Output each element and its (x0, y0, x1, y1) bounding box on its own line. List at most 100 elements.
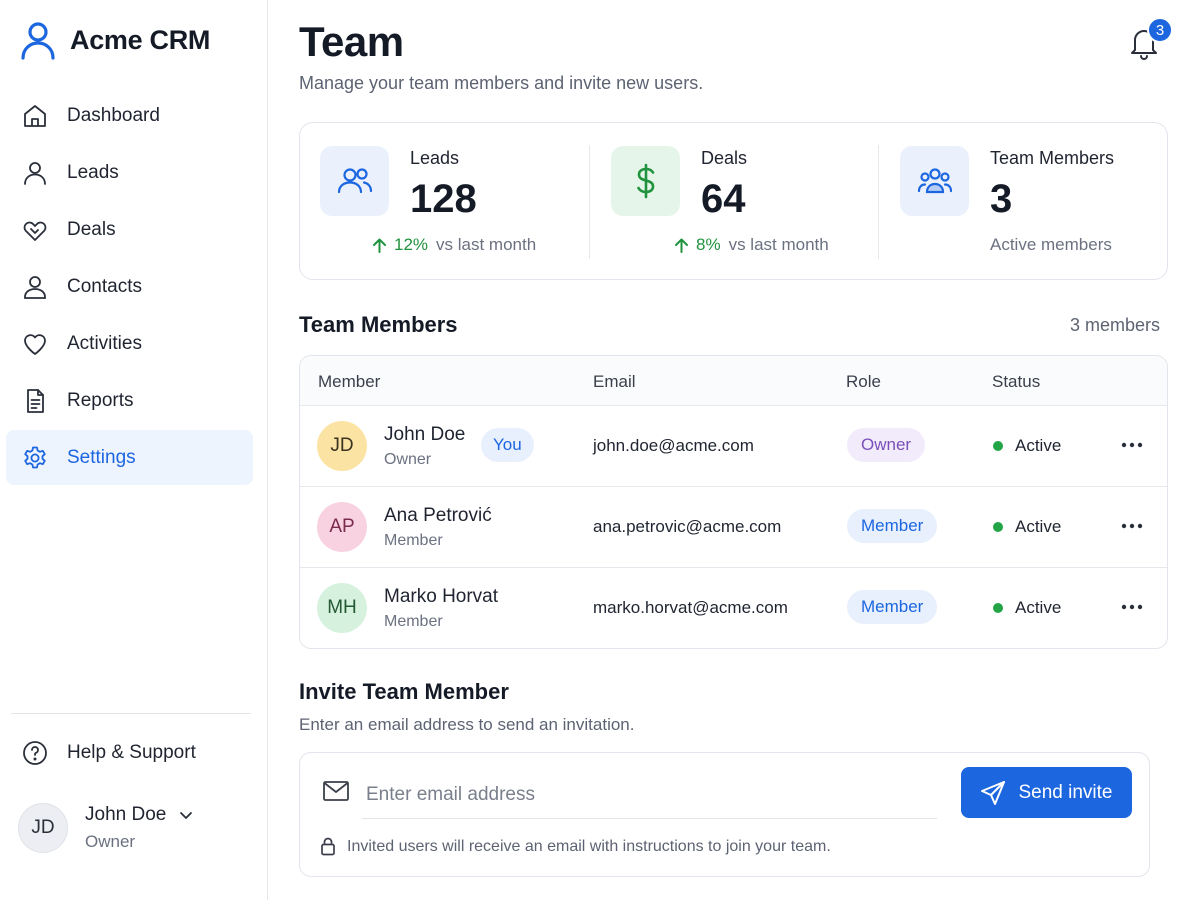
status-text: Active (1015, 517, 1062, 536)
invite-note: Invited users will receive an email with… (347, 838, 831, 855)
stat-icon-box (611, 146, 680, 216)
stat-change-percent: 8% (674, 235, 721, 255)
status-dot (993, 441, 1003, 451)
more-horizontal-icon (1121, 523, 1143, 529)
stat-label: Leads (410, 148, 460, 168)
stat-change: 12% vs last month (372, 235, 536, 255)
sidebar-item-label: Settings (67, 446, 136, 468)
member-subrole: Member (384, 613, 443, 630)
status-dot (993, 603, 1003, 613)
sidebar-item-settings[interactable]: Settings (6, 430, 253, 485)
sidebar-item-label: Dashboard (67, 104, 160, 126)
table-row[interactable]: AP Ana Petrović Member ana.petrovic@acme… (300, 487, 1167, 568)
avatar: JD (18, 803, 68, 853)
arrow-up-icon (373, 238, 386, 253)
page-title: Team (299, 18, 404, 65)
avatar: AP (317, 502, 367, 552)
users-icon (337, 168, 372, 194)
handshake-icon (23, 221, 47, 241)
stat-value: 64 (701, 177, 746, 221)
user-role: Owner (85, 832, 136, 851)
you-badge: You (481, 428, 534, 462)
document-icon (27, 388, 44, 413)
notifications-button[interactable]: 3 (1128, 17, 1173, 60)
member-subrole: Member (384, 532, 443, 549)
stat-team-members: Team Members 3 Active members (878, 123, 1167, 279)
stat-icon-box (900, 146, 969, 216)
avatar: JD (317, 421, 367, 471)
app-name: Acme CRM (70, 24, 211, 55)
member-name: Marko Horvat (384, 586, 499, 607)
table-row[interactable]: MH Marko Horvat Member marko.horvat@acme… (300, 568, 1167, 648)
invite-section-title: Invite Team Member (299, 679, 509, 704)
send-invite-button[interactable]: Send invite (961, 767, 1132, 818)
lock-icon (321, 837, 335, 856)
table-row[interactable]: JD John Doe You Owner john.doe@acme.com … (300, 406, 1167, 487)
status-dot (993, 522, 1003, 532)
invite-subtitle: Enter an email address to send an invita… (299, 715, 635, 734)
heart-icon (24, 333, 46, 355)
role-badge: Member (847, 590, 938, 624)
sidebar-nav: Dashboard Leads Deals Contacts Activitie… (6, 88, 253, 487)
sidebar-item-label: Reports (67, 389, 134, 411)
team-section-title: Team Members (299, 312, 458, 337)
sidebar-item-activities[interactable]: Activities (6, 316, 253, 371)
column-header-status: Status (992, 372, 1041, 391)
dollar-icon (636, 163, 654, 199)
more-horizontal-icon (1121, 442, 1143, 448)
sidebar-item-label: Deals (67, 218, 116, 240)
row-actions-button[interactable] (1118, 514, 1146, 538)
stat-change-suffix: vs last month (728, 235, 829, 254)
sidebar-item-label: Activities (67, 332, 142, 354)
stat-leads: Leads 128 12% vs last month (300, 123, 589, 279)
stat-change-value: 8% (696, 235, 721, 254)
member-email: marko.horvat@acme.com (593, 598, 788, 617)
stat-change-suffix: vs last month (436, 235, 537, 254)
sidebar-item-contacts[interactable]: Contacts (6, 259, 253, 314)
email-input[interactable] (362, 771, 937, 819)
contact-icon (24, 275, 46, 299)
member-email: ana.petrovic@acme.com (593, 517, 782, 536)
user-menu[interactable]: JD John Doe Owner (18, 803, 193, 853)
stat-note: Active members (990, 235, 1112, 254)
member-name: Ana Petrović (384, 505, 492, 526)
chevron-down-icon[interactable] (179, 808, 193, 822)
stat-change-value: 12% (394, 235, 429, 254)
row-actions-button[interactable] (1118, 595, 1146, 619)
member-name: John Doe (384, 424, 466, 445)
status-text: Active (1015, 598, 1062, 617)
stat-value: 128 (410, 177, 477, 221)
arrow-up-icon (675, 238, 688, 253)
user-name: John Doe (85, 804, 167, 825)
status-badge: Active (993, 598, 1061, 618)
brand[interactable]: Acme CRM (20, 20, 210, 60)
gear-icon (24, 446, 46, 468)
stat-label: Team Members (990, 148, 1115, 168)
stats-card: Leads 128 12% vs last month Deals 64 8% (299, 122, 1168, 280)
sidebar-item-reports[interactable]: Reports (6, 373, 253, 428)
sidebar-item-label: Leads (67, 161, 119, 183)
sidebar-item-leads[interactable]: Leads (6, 145, 253, 200)
column-header-email: Email (593, 372, 636, 391)
user-name-row: John Doe (85, 804, 193, 826)
stat-change: 8% vs last month (674, 235, 829, 255)
stat-change-percent: 12% (372, 235, 428, 255)
sidebar-item-deals[interactable]: Deals (6, 202, 253, 257)
help-label: Help & Support (67, 742, 196, 763)
sidebar: Acme CRM Dashboard Leads Deals Contacts … (0, 0, 268, 900)
member-email: john.doe@acme.com (593, 436, 754, 455)
invite-form: Send invite Invited users will receive a… (299, 752, 1150, 877)
role-badge: Owner (847, 428, 926, 462)
row-actions-button[interactable] (1118, 433, 1146, 457)
help-support-link[interactable]: Help & Support (22, 740, 196, 766)
role-badge: Member (847, 509, 938, 543)
stat-icon-box (320, 146, 389, 216)
column-header-role: Role (846, 372, 881, 391)
send-invite-label: Send invite (1018, 781, 1113, 803)
help-icon (23, 741, 47, 765)
team-icon (917, 168, 952, 194)
member-subrole: Owner (384, 451, 432, 468)
send-icon (981, 780, 1006, 805)
sidebar-item-dashboard[interactable]: Dashboard (6, 88, 253, 143)
status-badge: Active (993, 517, 1061, 537)
